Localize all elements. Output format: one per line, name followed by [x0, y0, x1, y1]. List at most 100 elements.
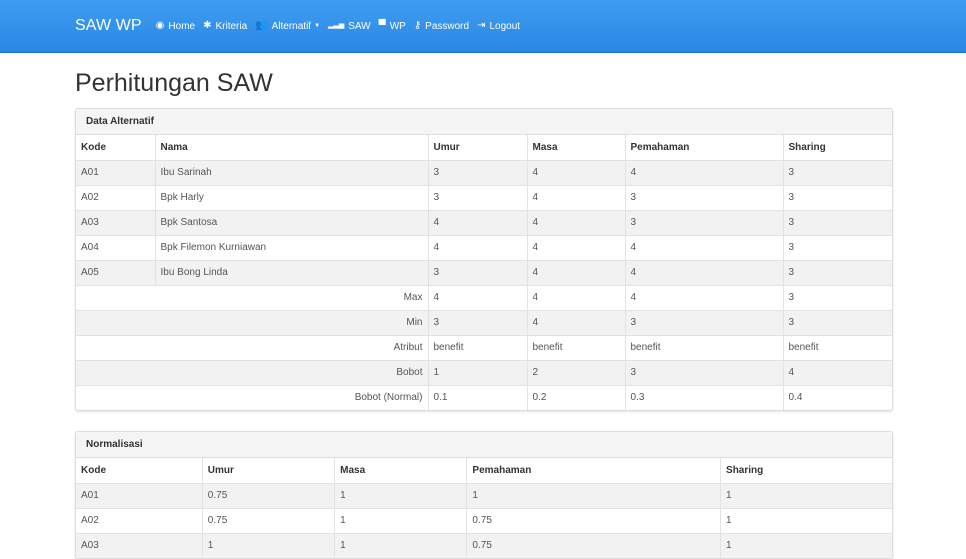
- summary-row: Min 3 4 3 3: [76, 309, 892, 335]
- table-row: A02 0.75 1 0.75 1: [76, 507, 892, 533]
- summary-label: Min: [76, 309, 428, 335]
- col-header-kode: Kode: [81, 464, 106, 476]
- col-header-umur: Umur: [427, 135, 527, 160]
- table-cell: 4: [782, 359, 892, 385]
- alternatif-table: Kode Nama Umur Masa Pemahaman Sharing A0…: [76, 135, 892, 410]
- table-cell: 0.3: [624, 384, 783, 410]
- table-cell: A04: [76, 234, 155, 260]
- table-header-row: Kode Nama Umur Masa Pemahaman Sharing: [76, 135, 892, 160]
- table-cell: 3: [782, 184, 892, 210]
- table-cell: 4: [526, 209, 625, 235]
- table-cell: A03: [76, 209, 155, 235]
- table-cell: 0.75: [466, 507, 721, 533]
- key-icon: ⚷: [413, 20, 422, 31]
- panel-heading: Data Alternatif: [76, 109, 892, 135]
- table-cell: A01: [76, 159, 155, 185]
- table-cell: 3: [782, 284, 892, 310]
- col-header-pemahaman: Pemahaman: [624, 135, 783, 160]
- table-cell: 4: [526, 284, 625, 310]
- table-cell: 0.75: [201, 507, 335, 533]
- nav-alternatif-dropdown[interactable]: 👥 Alternatif ▼: [255, 21, 320, 32]
- table-cell: 1: [334, 507, 467, 533]
- normalisasi-table: Kode Umur Masa Pemahaman Sharing A01 0.75…: [76, 458, 892, 558]
- table-cell: 3: [782, 159, 892, 185]
- table-cell: A01: [76, 482, 203, 508]
- col-header-kode: Kode: [81, 141, 106, 153]
- table-cell: benefit: [427, 334, 527, 360]
- nav-wp[interactable]: ▀ WP: [379, 21, 406, 32]
- nav-label: Password: [425, 20, 470, 32]
- table-row: A03 1 1 0.75 1: [76, 532, 892, 558]
- table-row: A01 Ibu Sarinah 3 4 4 3: [76, 159, 892, 185]
- table-cell: 4: [526, 259, 625, 285]
- normalisasi-panel: Normalisasi Kode Umur Masa Pemahaman Sha…: [75, 431, 893, 559]
- table-row: A01 0.75 1 1 1: [76, 482, 892, 508]
- nav-label: Logout: [489, 20, 521, 32]
- summary-label: Max: [76, 284, 428, 310]
- table-cell: 2: [526, 359, 625, 385]
- table-cell: 3: [782, 309, 892, 335]
- brand[interactable]: SAW WP: [75, 17, 142, 35]
- nav-label: WP: [389, 20, 406, 32]
- summary-label: Bobot (Normal): [76, 384, 428, 410]
- summary-label: Atribut: [76, 334, 428, 360]
- table-cell: 3: [782, 234, 892, 260]
- col-header-sharing: Sharing: [720, 458, 892, 483]
- table-cell: 4: [427, 284, 527, 310]
- table-row: A03 Bpk Santosa 4 4 3 3: [76, 209, 892, 235]
- table-cell: 1: [720, 482, 892, 508]
- summary-row: Bobot 1 2 3 4: [76, 359, 892, 385]
- table-cell: 4: [427, 234, 527, 260]
- logout-icon: ⇥: [477, 20, 486, 31]
- users-icon: 👥: [255, 20, 268, 31]
- col-header-masa: Masa: [334, 458, 467, 483]
- table-cell: Bpk Santosa: [154, 209, 428, 235]
- table-header-row: Kode Umur Masa Pemahaman Sharing: [76, 458, 892, 483]
- nav-label: Kriteria: [215, 20, 248, 32]
- caret-down-icon: ▼: [314, 23, 321, 29]
- table-cell: 3: [427, 159, 527, 185]
- nav-kriteria[interactable]: ✱ Kriteria: [203, 21, 247, 32]
- table-cell: A05: [76, 259, 155, 285]
- table-cell: Bpk Harly: [154, 184, 428, 210]
- table-cell: Ibu Bong Linda: [154, 259, 428, 285]
- table-row: A04 Bpk Filemon Kurniawan 4 4 4 3: [76, 234, 892, 260]
- table-cell: 3: [427, 309, 527, 335]
- table-cell: 4: [526, 159, 625, 185]
- table-cell: Bpk Filemon Kurniawan: [154, 234, 428, 260]
- dashboard-icon: ◉: [155, 20, 165, 31]
- table-cell: A02: [76, 184, 155, 210]
- nav-password[interactable]: ⚷ Password: [414, 21, 469, 32]
- table-cell: 3: [624, 209, 783, 235]
- table-cell: 4: [526, 234, 625, 260]
- navbar: SAW WP ◉ Home ✱ Kriteria 👥 Alternatif ▼ ▂▃▅ S…: [0, 0, 966, 53]
- summary-row: Max 4 4 4 3: [76, 284, 892, 310]
- table-cell: 3: [782, 209, 892, 235]
- table-cell: 3: [427, 184, 527, 210]
- nav-logout[interactable]: ⇥ Logout: [477, 21, 520, 32]
- summary-row: Atribut benefit benefit benefit benefit: [76, 334, 892, 360]
- nav-label: SAW: [348, 20, 371, 32]
- table-cell: 0.1: [427, 384, 527, 410]
- table-cell: 3: [427, 259, 527, 285]
- table-cell: benefit: [624, 334, 783, 360]
- table-cell: 1: [466, 482, 721, 508]
- table-cell: 4: [526, 184, 625, 210]
- table-cell: 0.75: [466, 532, 721, 558]
- table-cell: 4: [624, 234, 783, 260]
- table-cell: 4: [624, 284, 783, 310]
- nav-label: Alternatif: [271, 20, 312, 32]
- summary-row: Bobot (Normal) 0.1 0.2 0.3 0.4: [76, 384, 892, 410]
- alternatif-panel: Data Alternatif Kode Nama Umur Masa Pema…: [75, 108, 893, 411]
- nav-home[interactable]: ◉ Home: [156, 21, 195, 32]
- table-row: A02 Bpk Harly 3 4 3 3: [76, 184, 892, 210]
- col-header-pemahaman: Pemahaman: [466, 458, 721, 483]
- col-header-masa: Masa: [526, 135, 625, 160]
- table-cell: 3: [624, 359, 783, 385]
- table-cell: 4: [624, 159, 783, 185]
- table-cell: A02: [76, 507, 203, 533]
- table-cell: 1: [427, 359, 527, 385]
- summary-label: Bobot: [76, 359, 428, 385]
- nav-saw[interactable]: ▂▃▅ SAW: [328, 21, 371, 32]
- table-cell: 0.75: [201, 482, 335, 508]
